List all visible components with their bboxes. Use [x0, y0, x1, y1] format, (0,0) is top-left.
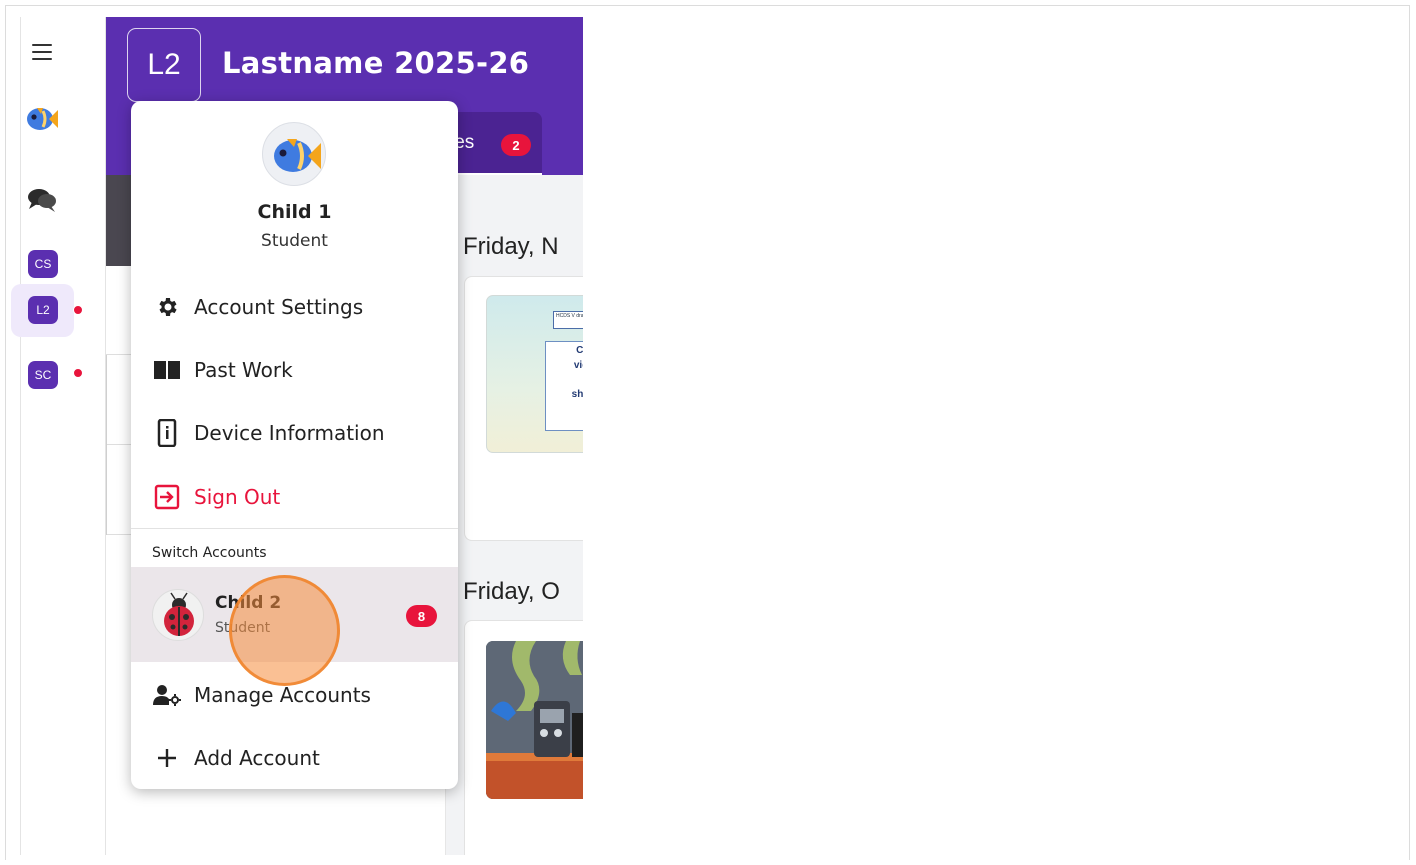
past-work-label: Past Work	[194, 358, 293, 382]
class-title: Lastname 2025-26	[222, 46, 530, 80]
switch-accounts-heading: Switch Accounts	[152, 545, 267, 561]
notification-dot	[73, 305, 83, 315]
hamburger-menu-icon[interactable]	[32, 44, 52, 65]
class-chip-sc[interactable]: SC	[28, 361, 58, 389]
notification-dot	[73, 368, 83, 378]
manage-accounts-label: Manage Accounts	[194, 683, 371, 707]
switch-account-child-2[interactable]: Child 2 Student 8	[131, 567, 458, 662]
past-work-item[interactable]: Past Work	[131, 344, 458, 396]
activity-thumbnail: HCDS V drawing Click video Ca showi us D	[486, 295, 583, 453]
current-user-avatar	[262, 122, 326, 186]
panel-border	[106, 355, 107, 535]
activity-thumbnail	[486, 641, 583, 799]
class-chip-cs[interactable]: CS	[28, 250, 58, 278]
device-info-icon	[153, 419, 181, 447]
plus-icon	[153, 744, 181, 772]
device-information-label: Device Information	[194, 421, 385, 445]
account-menu-popup: Child 1 Student Account Settings Past Wo…	[131, 101, 458, 789]
account-settings-item[interactable]: Account Settings	[131, 281, 458, 333]
manage-accounts-icon	[153, 681, 181, 709]
chat-icon[interactable]	[26, 186, 58, 214]
class-code-button[interactable]: L2	[127, 28, 201, 102]
fish-avatar-icon	[274, 139, 321, 172]
fish-avatar-icon[interactable]	[25, 104, 59, 134]
class-chip-l2[interactable]: L2	[28, 296, 58, 324]
sign-out-item[interactable]: Sign Out	[131, 471, 458, 523]
switch-account-name: Child 2	[215, 593, 282, 613]
ladybug-avatar-icon	[152, 589, 204, 641]
thumbnail-instructions: Click video Ca showi us D	[545, 341, 583, 431]
add-account-label: Add Account	[194, 746, 320, 770]
activity-card[interactable]: HCDS V drawing Click video Ca showi us D	[464, 276, 583, 541]
left-rail	[20, 17, 106, 855]
book-icon	[153, 356, 181, 384]
manage-accounts-item[interactable]: Manage Accounts	[131, 669, 458, 721]
switch-account-badge: 8	[406, 605, 437, 627]
activity-card[interactable]	[464, 620, 583, 855]
feed-date-heading: Friday, N	[463, 233, 559, 260]
add-account-item[interactable]: Add Account	[131, 732, 458, 784]
gear-icon	[153, 293, 181, 321]
account-settings-label: Account Settings	[194, 295, 364, 319]
current-user-role: Student	[261, 231, 328, 251]
tab-activities-badge: 2	[501, 134, 531, 156]
sign-out-icon	[153, 483, 181, 511]
switch-account-role: Student	[215, 620, 271, 636]
current-user-name: Child 1	[257, 201, 332, 223]
sign-out-label: Sign Out	[194, 485, 281, 509]
menu-divider	[131, 528, 458, 529]
thumbnail-label: HCDS V drawing	[553, 311, 583, 329]
device-information-item[interactable]: Device Information	[131, 407, 458, 459]
feed-date-heading: Friday, O	[463, 578, 560, 605]
